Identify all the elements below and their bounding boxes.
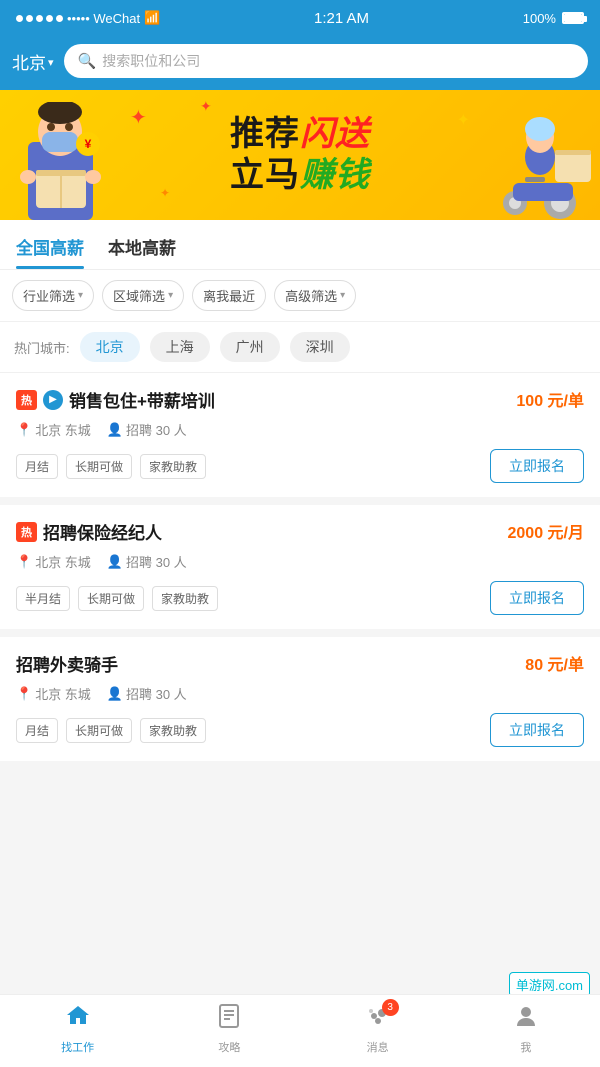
bottom-nav: 找工作 攻略 3 消息 bbox=[0, 994, 600, 1067]
tag-1-1: 月结 bbox=[16, 454, 58, 479]
location-icon-1: 📍 bbox=[16, 422, 32, 438]
job-location-2: 📍 北京 东城 bbox=[16, 552, 91, 571]
hot-cities-label: 热门城市: bbox=[14, 338, 70, 357]
job-salary-3: 80 元/单 bbox=[525, 651, 584, 675]
confetti-1: ✦ bbox=[130, 105, 147, 130]
tag-1-3: 家教助教 bbox=[140, 454, 206, 479]
job-title-1: 销售包住+带薪培训 bbox=[69, 387, 215, 412]
filter-area[interactable]: 区域筛选 ▾ bbox=[102, 280, 184, 311]
time-display: 1:21 AM bbox=[314, 10, 369, 27]
tab-national[interactable]: 全国高薪 bbox=[16, 234, 84, 269]
search-icon: 🔍 bbox=[78, 52, 97, 70]
search-placeholder: 搜索职位和公司 bbox=[102, 51, 200, 71]
banner-text2: 立马 bbox=[230, 156, 300, 194]
svg-text:¥: ¥ bbox=[85, 137, 92, 151]
city-shanghai[interactable]: 上海 bbox=[150, 332, 210, 362]
nav-profile-label: 我 bbox=[520, 1039, 531, 1055]
location-icon-2: 📍 bbox=[16, 554, 32, 570]
confetti-2: ✦ bbox=[200, 98, 212, 115]
tag-3-3: 家教助教 bbox=[140, 718, 206, 743]
nav-home-label: 找工作 bbox=[61, 1039, 94, 1055]
tag-2-2: 长期可做 bbox=[78, 586, 144, 611]
tag-1-2: 长期可做 bbox=[66, 454, 132, 479]
filters: 行业筛选 ▾ 区域筛选 ▾ 离我最近 高级筛选 ▾ bbox=[0, 270, 600, 322]
job-recruit-3: 👤 招聘 30 人 bbox=[107, 684, 187, 703]
guide-icon bbox=[216, 1003, 242, 1036]
job-recruit-2: 👤 招聘 30 人 bbox=[107, 552, 187, 571]
recruit-icon-3: 👤 bbox=[107, 686, 123, 702]
apply-btn-3[interactable]: 立即报名 bbox=[490, 713, 584, 747]
banner-left-person: ¥ bbox=[8, 102, 113, 220]
job-list: 热 ▶ 销售包住+带薪培训 100 元/单 📍 北京 东城 👤 招聘 30 人 bbox=[0, 373, 600, 761]
header: 北京 ▾ 🔍 搜索职位和公司 bbox=[0, 36, 600, 90]
banner-highlight2: 赚钱 bbox=[300, 156, 370, 194]
job-card-2: 热 招聘保险经纪人 2000 元/月 📍 北京 东城 👤 招聘 30 人 半月结 bbox=[0, 505, 600, 629]
wechat-label: ••••• WeChat bbox=[67, 11, 140, 26]
apply-btn-2[interactable]: 立即报名 bbox=[490, 581, 584, 615]
tag-2-3: 家教助教 bbox=[152, 586, 218, 611]
city-guangzhou[interactable]: 广州 bbox=[220, 332, 280, 362]
location-arrow-icon: ▾ bbox=[48, 56, 54, 69]
filter-advanced-arrow: ▾ bbox=[340, 290, 345, 301]
job-tags-left-3: 月结 长期可做 家教助教 bbox=[16, 718, 206, 743]
signal-dots bbox=[16, 15, 63, 22]
filter-area-arrow: ▾ bbox=[168, 290, 173, 301]
home-icon bbox=[65, 1003, 91, 1036]
battery-icon bbox=[562, 12, 584, 24]
job-salary-2: 2000 元/月 bbox=[508, 519, 585, 543]
job-card-3: 招聘外卖骑手 80 元/单 📍 北京 东城 👤 招聘 30 人 月结 长期可做 bbox=[0, 637, 600, 761]
hot-cities: 热门城市: 北京 上海 广州 深圳 bbox=[0, 322, 600, 373]
status-right: 100% bbox=[523, 11, 584, 26]
profile-icon bbox=[513, 1003, 539, 1036]
battery-percent: 100% bbox=[523, 11, 556, 26]
nav-message[interactable]: 3 消息 bbox=[365, 1003, 391, 1055]
tabs: 全国高薪 本地高薪 bbox=[16, 234, 584, 269]
search-bar[interactable]: 🔍 搜索职位和公司 bbox=[64, 44, 588, 78]
job-recruit-1: 👤 招聘 30 人 bbox=[107, 420, 187, 439]
job-title-3: 招聘外卖骑手 bbox=[16, 651, 118, 676]
location-button[interactable]: 北京 ▾ bbox=[12, 49, 54, 74]
video-badge-1: ▶ bbox=[43, 390, 63, 410]
city-beijing[interactable]: 北京 bbox=[80, 332, 140, 362]
job-card-1: 热 ▶ 销售包住+带薪培训 100 元/单 📍 北京 东城 👤 招聘 30 人 bbox=[0, 373, 600, 497]
city-shenzhen[interactable]: 深圳 bbox=[290, 332, 350, 362]
tag-3-2: 长期可做 bbox=[66, 718, 132, 743]
tag-2-1: 半月结 bbox=[16, 586, 70, 611]
filter-industry-arrow: ▾ bbox=[78, 290, 83, 301]
filter-distance[interactable]: 离我最近 bbox=[192, 280, 266, 311]
job-location-1: 📍 北京 东城 bbox=[16, 420, 91, 439]
job-tags-left-1: 月结 长期可做 家教助教 bbox=[16, 454, 206, 479]
recruit-icon-1: 👤 bbox=[107, 422, 123, 438]
tab-local[interactable]: 本地高薪 bbox=[108, 234, 176, 269]
job-salary-1: 100 元/单 bbox=[516, 387, 584, 411]
filter-industry[interactable]: 行业筛选 ▾ bbox=[12, 280, 94, 311]
hot-badge-2: 热 bbox=[16, 522, 37, 542]
message-badge: 3 bbox=[382, 999, 399, 1016]
nav-profile[interactable]: 我 bbox=[513, 1003, 539, 1055]
location-text: 北京 bbox=[12, 49, 46, 74]
nav-guide[interactable]: 攻略 bbox=[216, 1003, 242, 1055]
job-location-3: 📍 北京 东城 bbox=[16, 684, 91, 703]
banner-text1: 推荐 bbox=[230, 115, 300, 153]
job-title-2: 招聘保险经纪人 bbox=[43, 519, 162, 544]
hot-badge-1: 热 bbox=[16, 390, 37, 410]
status-left: ••••• WeChat 📶 bbox=[16, 10, 160, 26]
banner-right-person bbox=[495, 115, 595, 220]
confetti-4: ✦ bbox=[457, 110, 470, 130]
location-icon-3: 📍 bbox=[16, 686, 32, 702]
nav-message-label: 消息 bbox=[367, 1039, 389, 1055]
job-tags-left-2: 半月结 长期可做 家教助教 bbox=[16, 586, 218, 611]
banner-highlight1: 闪送 bbox=[300, 115, 370, 153]
apply-btn-1[interactable]: 立即报名 bbox=[490, 449, 584, 483]
nav-home[interactable]: 找工作 bbox=[61, 1003, 94, 1055]
recruit-icon-2: 👤 bbox=[107, 554, 123, 570]
banner[interactable]: ¥ 推荐闪送 立马赚钱 bbox=[0, 90, 600, 220]
status-bar: ••••• WeChat 📶 1:21 AM 100% bbox=[0, 0, 600, 36]
tabs-section: 全国高薪 本地高薪 bbox=[0, 220, 600, 270]
wifi-icon: 📶 bbox=[144, 10, 160, 26]
nav-guide-label: 攻略 bbox=[218, 1039, 240, 1055]
filter-advanced[interactable]: 高级筛选 ▾ bbox=[274, 280, 356, 311]
tag-3-1: 月结 bbox=[16, 718, 58, 743]
confetti-3: ✦ bbox=[160, 186, 170, 200]
